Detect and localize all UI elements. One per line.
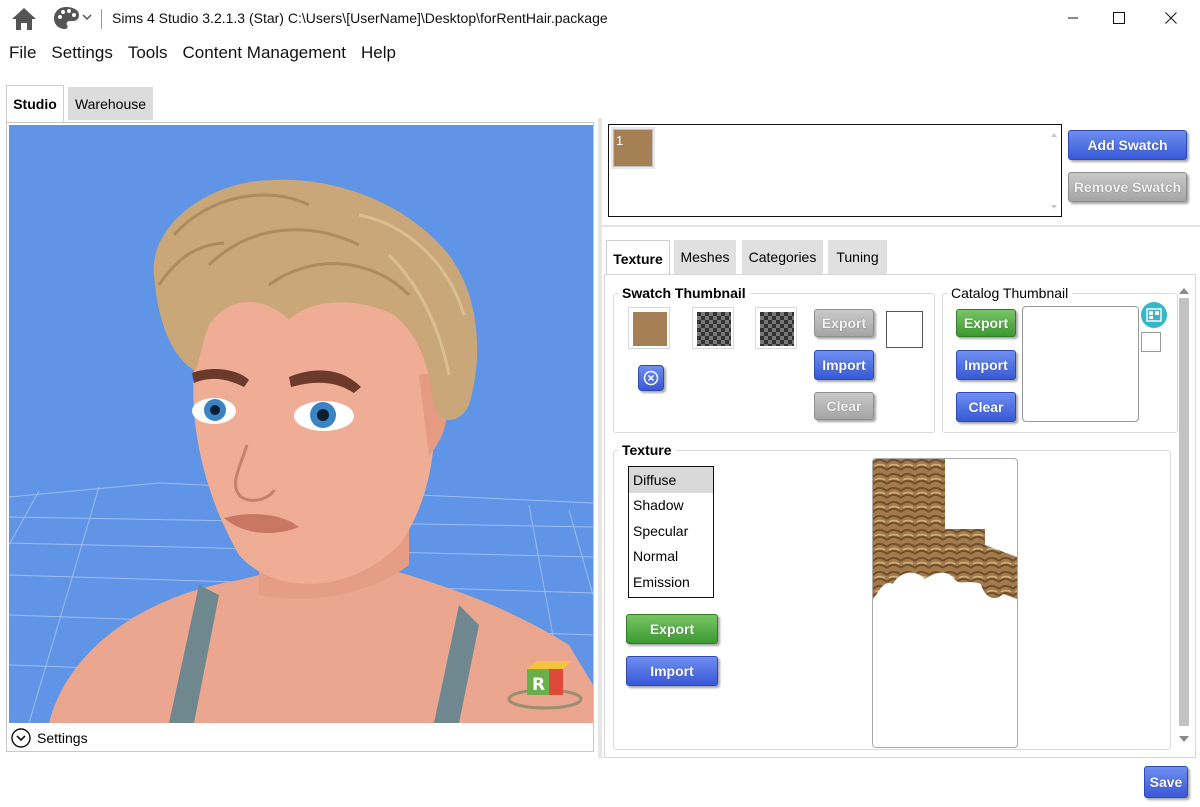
tab-meshes[interactable]: Meshes: [674, 240, 736, 274]
add-swatch-button[interactable]: Add Swatch: [1068, 130, 1187, 160]
menu-settings[interactable]: Settings: [42, 40, 118, 68]
swatch-thumbnail-color[interactable]: [628, 307, 670, 349]
tab-studio[interactable]: Studio: [6, 85, 64, 122]
close-circle-icon: [643, 370, 659, 386]
menu-bar: File Settings Tools Content Management H…: [0, 40, 402, 68]
palette-icon[interactable]: [53, 5, 93, 31]
maximize-button[interactable]: [1096, 0, 1142, 36]
remove-thumbnail-button[interactable]: [638, 365, 664, 391]
window-title: Sims 4 Studio 3.2.1.3 (Star) C:\Users\[U…: [112, 10, 608, 26]
tab-texture[interactable]: Texture: [606, 240, 670, 276]
viewport-settings-label: Settings: [37, 730, 88, 746]
remove-swatch-button[interactable]: Remove Swatch: [1068, 172, 1187, 202]
swatch-list[interactable]: 1: [608, 124, 1062, 217]
title-separator: [101, 9, 102, 29]
section-divider: [602, 225, 1200, 227]
tab-tuning[interactable]: Tuning: [828, 240, 887, 274]
texture-preview: [872, 458, 1018, 748]
texture-import-button[interactable]: Import: [626, 656, 718, 686]
texture-group-title: Texture: [618, 442, 676, 458]
swatch-thumb-import-button[interactable]: Import: [814, 350, 874, 380]
list-item-diffuse[interactable]: Diffuse: [629, 467, 713, 493]
texture-export-button[interactable]: Export: [626, 614, 718, 644]
menu-help[interactable]: Help: [352, 40, 402, 68]
swatch-thumbnail-pattern-1[interactable]: [692, 307, 734, 349]
texture-channel-list[interactable]: Diffuse Shadow Specular Normal Emission: [628, 466, 714, 598]
minimize-button[interactable]: [1050, 0, 1096, 36]
swatch-thumbnail-pattern-2[interactable]: [755, 307, 797, 349]
list-item-specular[interactable]: Specular: [629, 518, 713, 544]
title-bar: Sims 4 Studio 3.2.1.3 (Star) C:\Users\[U…: [0, 0, 1200, 36]
catalog-thumbnail-title: Catalog Thumbnail: [947, 285, 1073, 301]
svg-text:R: R: [532, 675, 545, 695]
menu-tools[interactable]: Tools: [119, 40, 174, 68]
catalog-thumb-export-button[interactable]: Export: [956, 309, 1016, 337]
swatch-thumb-export-button[interactable]: Export: [814, 309, 874, 337]
panel-splitter[interactable]: [598, 118, 602, 758]
menu-file[interactable]: File: [0, 40, 42, 68]
swatch-item-label: 1: [616, 133, 624, 148]
image-browse-icon[interactable]: [1141, 302, 1167, 328]
chevron-down-icon: [11, 728, 31, 748]
viewport-panel: R Settings: [6, 122, 594, 752]
viewport-settings-toggle[interactable]: Settings: [9, 726, 88, 750]
list-item-shadow[interactable]: Shadow: [629, 493, 713, 519]
menu-content-management[interactable]: Content Management: [174, 40, 353, 68]
list-item-emission[interactable]: Emission: [629, 569, 713, 595]
3d-viewport[interactable]: R: [9, 125, 593, 723]
close-button[interactable]: [1148, 0, 1194, 36]
catalog-thumb-preview: [1022, 306, 1139, 422]
swatch-thumb-preview: [886, 311, 923, 348]
sim-face: [193, 289, 436, 584]
swatch-item[interactable]: 1: [611, 127, 655, 169]
catalog-thumb-checkbox[interactable]: [1141, 332, 1161, 352]
swatch-list-scrollbar: [1051, 133, 1057, 209]
swatch-thumb-clear-button[interactable]: Clear: [814, 392, 874, 420]
swatch-thumbnail-title: Swatch Thumbnail: [618, 285, 750, 301]
tab-categories[interactable]: Categories: [742, 240, 823, 274]
catalog-thumb-clear-button[interactable]: Clear: [956, 392, 1016, 422]
panel-scrollbar[interactable]: [1176, 284, 1192, 746]
tab-warehouse[interactable]: Warehouse: [68, 87, 153, 120]
save-button[interactable]: Save: [1144, 766, 1188, 798]
catalog-thumb-import-button[interactable]: Import: [956, 350, 1016, 380]
list-item-normal[interactable]: Normal: [629, 544, 713, 570]
home-icon[interactable]: [10, 6, 38, 32]
